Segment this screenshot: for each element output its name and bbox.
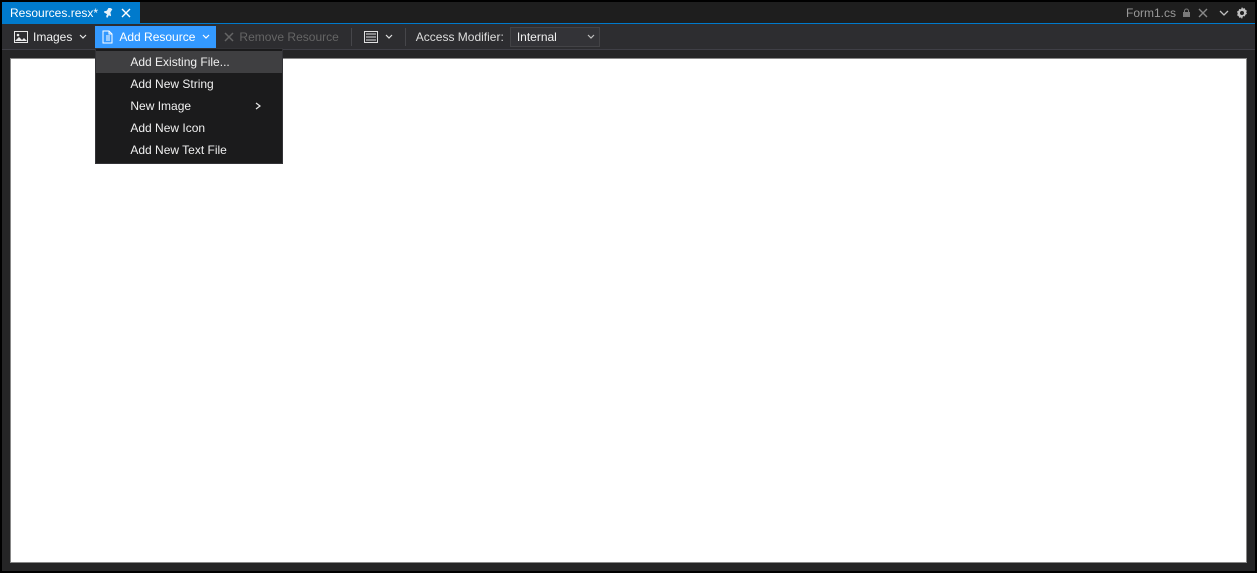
separator [405,28,406,46]
chevron-down-icon [587,33,595,41]
gear-icon[interactable] [1235,6,1249,20]
tab-label: Form1.cs [1126,6,1176,20]
list-icon [364,31,378,43]
menu-item-add-existing-file[interactable]: Add Existing File... [96,51,282,73]
menu-item-add-new-text-file[interactable]: Add New Text File [96,139,282,161]
new-file-icon [101,30,114,44]
tab-label: Resources.resx* [10,6,98,20]
menu-item-label: Add New Icon [130,121,205,135]
add-resource-label: Add Resource [119,30,195,44]
menu-item-new-image[interactable]: New Image [96,95,282,117]
menu-item-label: Add New String [130,77,213,91]
close-icon[interactable] [120,7,132,19]
close-icon [224,32,234,42]
menu-item-label: New Image [130,99,191,113]
separator [351,28,352,46]
toolbar: Images Add Resource Add Existing File...… [2,24,1255,50]
access-modifier-combo[interactable]: Internal [510,27,600,47]
add-resource-dropdown[interactable]: Add Resource Add Existing File... Add Ne… [95,26,216,48]
access-modifier-value: Internal [517,30,557,44]
images-label: Images [33,30,72,44]
tab-strip: Resources.resx* Form1.cs [2,2,1255,24]
lock-icon [1182,8,1191,18]
chevron-down-icon [385,33,393,41]
image-icon [14,31,28,43]
menu-item-add-new-string[interactable]: Add New String [96,73,282,95]
menu-item-add-new-icon[interactable]: Add New Icon [96,117,282,139]
images-dropdown[interactable]: Images [8,26,93,48]
chevron-right-icon [254,102,262,110]
close-icon[interactable] [1197,7,1209,19]
menu-item-label: Add Existing File... [130,55,229,69]
remove-resource-label: Remove Resource [239,30,338,44]
pin-icon[interactable] [104,8,114,18]
access-modifier-label: Access Modifier: [412,30,508,44]
tab-form1-cs[interactable]: Form1.cs [1118,2,1217,23]
window-controls [1217,2,1255,23]
tab-spacer [140,2,1118,23]
chevron-down-icon [202,33,210,41]
menu-item-label: Add New Text File [130,143,227,157]
chevron-down-icon [79,33,87,41]
remove-resource-button: Remove Resource [218,26,344,48]
add-resource-menu: Add Existing File... Add New String New … [95,48,283,164]
chevron-down-icon[interactable] [1217,6,1231,20]
tab-resources-resx[interactable]: Resources.resx* [2,2,140,23]
view-dropdown[interactable] [358,26,399,48]
